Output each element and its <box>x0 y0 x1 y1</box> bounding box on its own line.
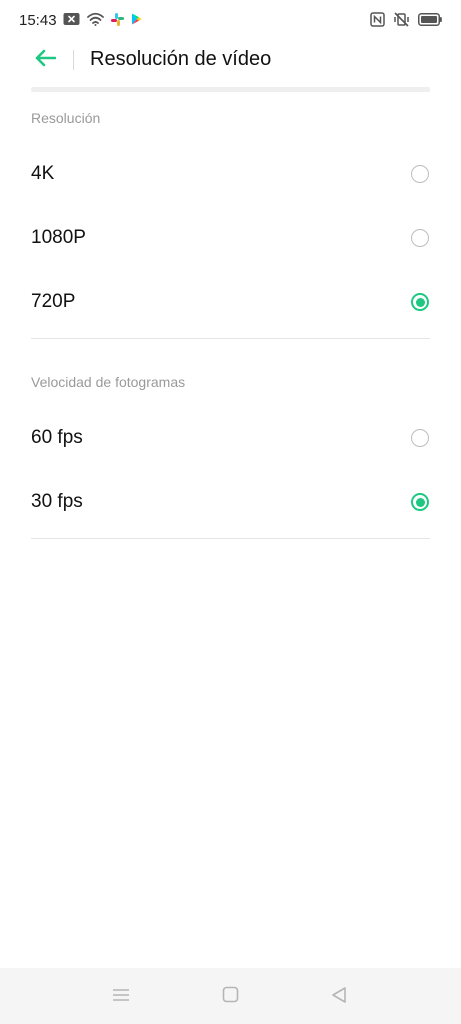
back-arrow-icon <box>34 49 57 72</box>
option-label: 60 fps <box>31 427 83 448</box>
back-button[interactable] <box>30 46 60 74</box>
option-label: 1080P <box>31 227 86 248</box>
menu-button[interactable] <box>110 986 132 1008</box>
option-label: 720P <box>31 291 76 312</box>
radio-720p[interactable] <box>411 293 429 311</box>
option-label: 4K <box>31 163 55 184</box>
option-720p[interactable]: 720P <box>0 270 461 334</box>
radio-4k[interactable] <box>411 165 429 183</box>
option-30fps[interactable]: 30 fps <box>0 470 461 534</box>
screen: 15:43 Resolución de vídeo Resolución 4K … <box>0 0 461 1024</box>
navigation-bar <box>0 968 461 1024</box>
section-label-framerate: Velocidad de fotogramas <box>31 374 186 390</box>
option-label: 30 fps <box>31 491 83 512</box>
home-button[interactable] <box>219 986 241 1008</box>
option-4k[interactable]: 4K <box>0 142 461 206</box>
option-60fps[interactable]: 60 fps <box>0 406 461 470</box>
radio-30fps[interactable] <box>411 493 429 511</box>
back-icon <box>330 986 348 1009</box>
option-1080p[interactable]: 1080P <box>0 206 461 270</box>
home-icon <box>222 986 239 1008</box>
section-divider <box>31 538 430 539</box>
page-title: Resolución de vídeo <box>90 48 272 70</box>
radio-1080p[interactable] <box>411 229 429 247</box>
header-divider <box>73 50 74 70</box>
battery-icon <box>418 13 442 26</box>
status-bar: 15:43 <box>0 0 461 40</box>
vibrate-off-icon <box>393 12 410 27</box>
wifi-icon <box>87 12 104 26</box>
nav-back-button[interactable] <box>328 986 350 1008</box>
radio-60fps[interactable] <box>411 429 429 447</box>
play-store-icon <box>131 13 142 25</box>
header-bottom-bar <box>31 87 430 92</box>
status-time: 15:43 <box>19 12 57 29</box>
slack-icon <box>111 12 124 26</box>
status-right-icons <box>370 12 442 27</box>
section-divider <box>31 338 430 339</box>
status-left-icons <box>63 12 142 26</box>
header: Resolución de vídeo <box>0 40 461 82</box>
section-label-resolution: Resolución <box>31 110 101 126</box>
nfc-icon <box>370 12 385 27</box>
menu-icon <box>112 987 130 1008</box>
close-notification-icon <box>63 12 80 26</box>
